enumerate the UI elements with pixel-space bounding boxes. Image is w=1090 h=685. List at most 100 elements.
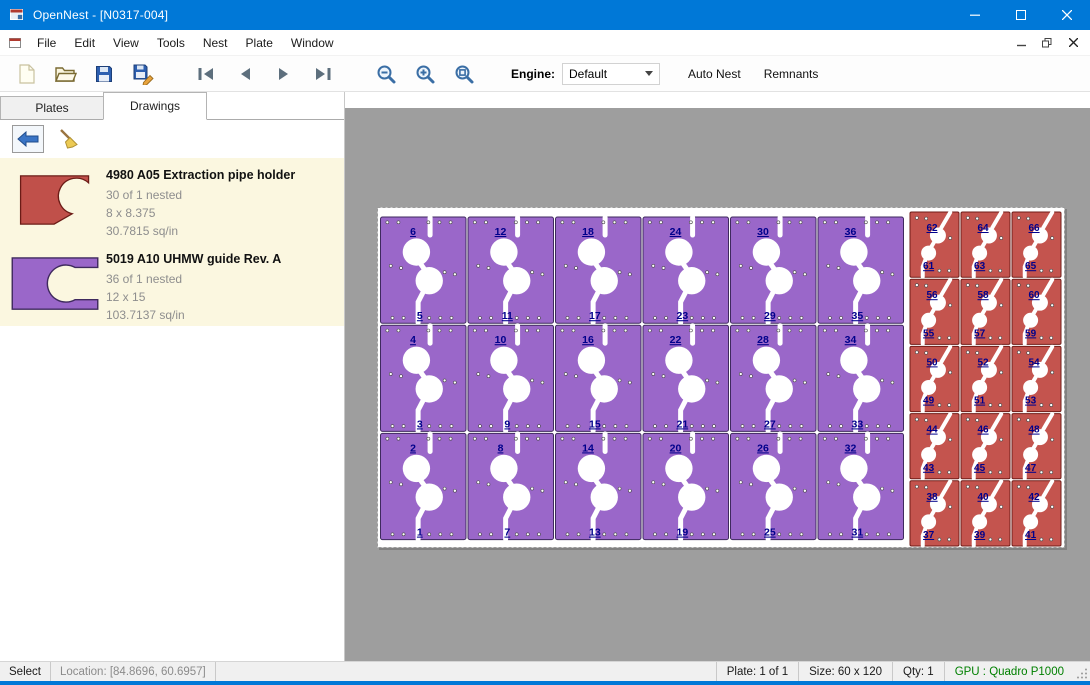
nested-red-pair[interactable]: 6665 <box>1012 212 1061 277</box>
part-title: 5019 A10 UHMW guide Rev. A <box>106 252 281 266</box>
panel-tabs: Plates Drawings <box>0 92 344 120</box>
svg-text:13: 13 <box>589 527 601 539</box>
svg-text:39: 39 <box>974 530 986 541</box>
svg-text:57: 57 <box>974 328 986 339</box>
nested-purple-pair[interactable]: 1211 <box>468 217 554 323</box>
part-area: 30.7815 sq/in <box>106 222 295 240</box>
remnants-button[interactable]: Remnants <box>754 61 829 87</box>
mdi-restore-button[interactable] <box>1036 34 1058 52</box>
open-button[interactable] <box>49 59 81 89</box>
drawings-toolbar <box>0 120 344 158</box>
nested-purple-pair[interactable]: 21 <box>381 433 467 539</box>
tab-plates[interactable]: Plates <box>0 96 104 119</box>
nested-red-pair[interactable]: 6059 <box>1012 279 1061 344</box>
zoom-out-button[interactable] <box>370 59 402 89</box>
svg-text:48: 48 <box>1028 425 1040 436</box>
canvas-work-area[interactable]: 6512111817242330293635431091615222128273… <box>345 108 1090 661</box>
nested-purple-pair[interactable]: 2827 <box>731 325 817 431</box>
nested-purple-pair[interactable]: 14 13 <box>556 433 642 539</box>
menu-item-nest[interactable]: Nest <box>194 32 237 54</box>
nav-next-button[interactable] <box>268 59 300 89</box>
nested-purple-pair[interactable]: 3029 <box>731 217 817 323</box>
nested-purple-pair[interactable]: 3635 <box>818 217 904 323</box>
nested-red-pair[interactable]: 3837 <box>910 481 959 546</box>
menu-item-view[interactable]: View <box>104 32 148 54</box>
svg-text:45: 45 <box>974 463 986 474</box>
broom-icon <box>57 127 81 151</box>
nested-red-pair[interactable]: 4443 <box>910 414 959 479</box>
save-as-button[interactable] <box>127 59 159 89</box>
part-title: 4980 A05 Extraction pipe holder <box>106 168 295 182</box>
svg-text:29: 29 <box>764 310 776 322</box>
new-button[interactable] <box>10 59 42 89</box>
nested-red-pair[interactable]: 6463 <box>961 212 1010 277</box>
tab-drawings[interactable]: Drawings <box>103 92 207 120</box>
svg-text:47: 47 <box>1025 463 1037 474</box>
nest-plate-svg[interactable]: 6512111817242330293635431091615222128273… <box>377 207 1065 548</box>
svg-text:49: 49 <box>923 396 935 407</box>
menu-bar: File Edit View Tools Nest Plate Window <box>0 30 1090 56</box>
svg-text:54: 54 <box>1028 357 1040 368</box>
svg-text:28: 28 <box>757 334 769 346</box>
mdi-close-button[interactable] <box>1062 34 1084 52</box>
close-button[interactable] <box>1044 0 1090 30</box>
svg-text:14: 14 <box>582 442 594 454</box>
nested-red-pair[interactable]: 6261 <box>910 212 959 277</box>
menu-item-window[interactable]: Window <box>282 32 343 54</box>
main-toolbar: Engine: Default Auto Nest Remnants <box>0 56 1090 92</box>
nested-purple-pair[interactable]: 2423 <box>643 217 729 323</box>
nested-red-pair[interactable]: 4241 <box>1012 481 1061 546</box>
nested-red-pair[interactable]: 4645 <box>961 414 1010 479</box>
menu-item-edit[interactable]: Edit <box>65 32 104 54</box>
save-button[interactable] <box>88 59 120 89</box>
part-item-extraction-pipe-holder[interactable]: 4980 A05 Extraction pipe holder 30 of 1 … <box>0 158 344 242</box>
nav-last-button[interactable] <box>307 59 339 89</box>
nested-purple-pair[interactable]: 2221 <box>643 325 729 431</box>
svg-text:31: 31 <box>851 527 863 539</box>
nested-purple-pair[interactable]: 65 <box>381 217 467 323</box>
resize-grip[interactable] <box>1074 662 1090 681</box>
maximize-button[interactable] <box>998 0 1044 30</box>
minimize-icon <box>970 10 980 20</box>
svg-text:42: 42 <box>1028 492 1040 503</box>
nested-red-pair[interactable]: 5453 <box>1012 346 1061 411</box>
nest-canvas[interactable]: 6512111817242330293635431091615222128273… <box>345 92 1090 661</box>
import-drawing-button[interactable] <box>12 125 44 153</box>
nested-red-pair[interactable]: 5655 <box>910 279 959 344</box>
menu-item-plate[interactable]: Plate <box>237 32 282 54</box>
menu-item-tools[interactable]: Tools <box>148 32 194 54</box>
nested-purple-pair[interactable]: 87 <box>468 433 554 539</box>
mdi-minimize-button[interactable] <box>1010 34 1032 52</box>
nav-prev-button[interactable] <box>229 59 261 89</box>
status-location: Location: [84.8696, 60.6957] <box>51 662 216 681</box>
engine-select[interactable]: Default <box>562 63 660 85</box>
nav-first-button[interactable] <box>190 59 222 89</box>
svg-text:56: 56 <box>926 290 938 301</box>
minimize-button[interactable] <box>952 0 998 30</box>
zoom-in-button[interactable] <box>409 59 441 89</box>
nested-purple-pair[interactable]: 2625 <box>731 433 817 539</box>
nested-red-pair[interactable]: 5049 <box>910 346 959 411</box>
part-size: 8 x 8.375 <box>106 204 295 222</box>
nested-red-pair[interactable]: 5251 <box>961 346 1010 411</box>
menu-item-file[interactable]: File <box>28 32 65 54</box>
svg-text:65: 65 <box>1025 261 1037 272</box>
nested-purple-pair[interactable]: 1615 <box>556 325 642 431</box>
zoom-fit-button[interactable] <box>448 59 480 89</box>
clean-button[interactable] <box>53 125 85 153</box>
back-arrow-icon <box>16 131 40 147</box>
previous-icon <box>234 63 256 85</box>
nested-purple-pair[interactable]: 3433 <box>818 325 904 431</box>
nested-purple-pair[interactable]: 109 <box>468 325 554 431</box>
document-icon <box>8 36 22 50</box>
nested-purple-pair[interactable]: 3231 <box>818 433 904 539</box>
nested-red-pair[interactable]: 4039 <box>961 481 1010 546</box>
nested-purple-pair[interactable]: 43 <box>381 325 467 431</box>
nested-purple-pair[interactable]: 1817 <box>556 217 642 323</box>
nested-red-pair[interactable]: 5857 <box>961 279 1010 344</box>
part-item-uhmw-guide[interactable]: 5019 A10 UHMW guide Rev. A 36 of 1 neste… <box>0 242 344 326</box>
auto-nest-button[interactable]: Auto Nest <box>678 61 751 87</box>
svg-text:5: 5 <box>417 310 423 322</box>
nested-purple-pair[interactable]: 2019 <box>643 433 729 539</box>
nested-red-pair[interactable]: 48 47 <box>1012 414 1061 479</box>
